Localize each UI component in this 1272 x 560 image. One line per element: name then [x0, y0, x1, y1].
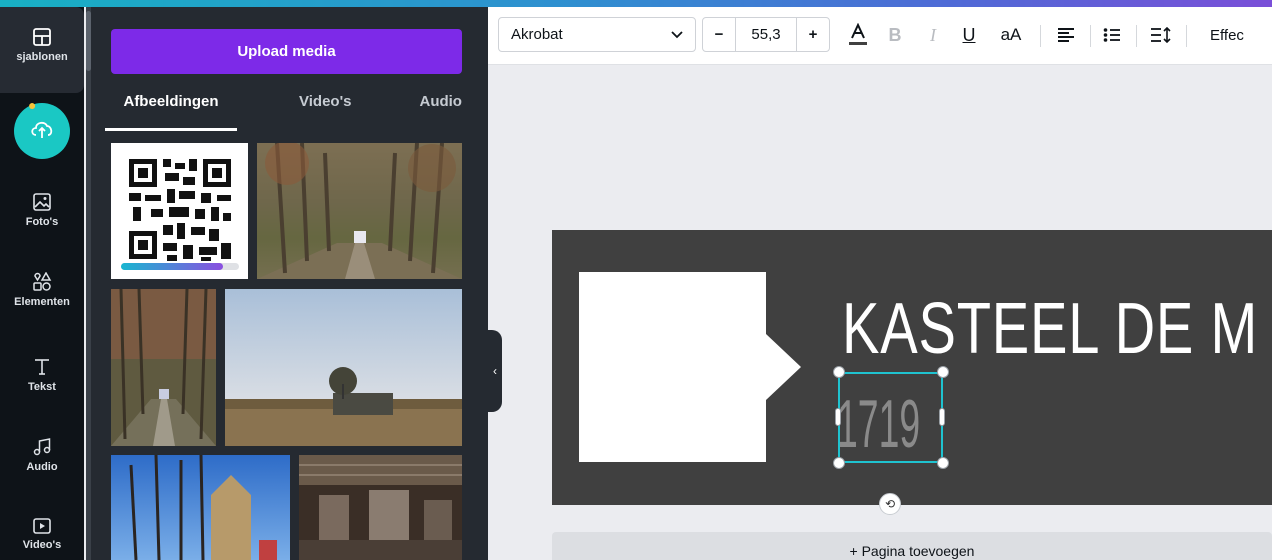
letter-case-button[interactable]: aA	[996, 21, 1026, 49]
bold-icon: B	[888, 24, 902, 45]
decrease-size-button[interactable]: −	[703, 26, 735, 43]
rail-item-text[interactable]: Tekst	[0, 357, 84, 417]
rail-label: sjablonen	[16, 51, 68, 63]
qr-code-image[interactable]	[111, 143, 248, 279]
shapes-icon	[33, 272, 52, 291]
rotate-handle[interactable]: ⟲	[879, 493, 901, 515]
align-button[interactable]	[1054, 21, 1078, 49]
rotate-icon: ⟲	[884, 497, 896, 511]
underline-icon: U	[962, 24, 976, 45]
upload-circle: ●	[14, 97, 70, 159]
font-size-input[interactable]: 55,3	[735, 18, 797, 51]
line-spacing-icon	[1151, 27, 1171, 43]
text-color-icon	[849, 23, 867, 45]
resize-handle-left[interactable]	[835, 408, 841, 426]
rail-item-photos[interactable]: Foto's	[0, 192, 84, 252]
image-icon	[33, 193, 51, 211]
align-left-icon	[1058, 28, 1074, 42]
field-ruin-image[interactable]	[225, 289, 462, 446]
crown-icon: ●	[28, 97, 37, 113]
rail-item-uploads[interactable]: ●	[0, 97, 84, 173]
bullet-list-icon	[1103, 28, 1120, 42]
industrial-hall-image[interactable]	[299, 455, 462, 560]
rail-item-videos[interactable]: Video's	[0, 517, 84, 560]
autumn-lane-image[interactable]	[111, 289, 216, 446]
list-button[interactable]	[1100, 21, 1124, 49]
selection-box[interactable]	[838, 372, 943, 463]
church-trees-image[interactable]	[111, 455, 290, 560]
chevron-down-icon	[671, 30, 683, 38]
layout-icon	[33, 28, 51, 46]
text-icon	[35, 359, 49, 375]
chevron-left-icon: ‹	[493, 364, 497, 378]
resize-handle-tr[interactable]	[937, 366, 949, 378]
text-color-button[interactable]	[844, 21, 872, 49]
add-page-button[interactable]: + Pagina toevoegen	[552, 532, 1272, 560]
effects-button[interactable]: Effec	[1210, 21, 1272, 49]
underline-button[interactable]: U	[958, 21, 980, 49]
tab-audio[interactable]: Audio	[419, 87, 462, 127]
rail-label: Video's	[22, 539, 62, 551]
resize-handle-br[interactable]	[937, 457, 949, 469]
media-tabs: Afbeeldingen Video's Audio	[105, 87, 462, 131]
font-name: Akrobat	[511, 26, 563, 43]
upload-media-button[interactable]: Upload media	[111, 29, 462, 74]
rail-label: Audio	[26, 461, 58, 473]
bold-button[interactable]: B	[884, 21, 906, 49]
design-page[interactable]: KASTEEL DE M 1719	[552, 230, 1272, 505]
separator	[1136, 25, 1137, 47]
rail-item-elements[interactable]: Elementen	[0, 272, 84, 332]
font-family-select[interactable]: Akrobat	[498, 17, 696, 52]
resize-handle-bl[interactable]	[833, 457, 845, 469]
separator	[1040, 25, 1041, 47]
left-rail: sjablonen ● Foto's Elementen Tekst Audio…	[0, 7, 84, 560]
rail-label: Foto's	[25, 216, 59, 228]
title-text[interactable]: KASTEEL DE M	[842, 288, 1258, 370]
rail-label: Tekst	[28, 381, 56, 393]
resize-handle-tl[interactable]	[833, 366, 845, 378]
rail-item-templates[interactable]: sjablonen	[0, 7, 84, 93]
collapse-panel-handle[interactable]: ‹	[488, 330, 502, 412]
label-shape[interactable]	[579, 272, 801, 462]
tree-lane-chapel-image[interactable]	[257, 143, 462, 279]
separator	[1186, 25, 1187, 47]
uploads-panel: Upload media Afbeeldingen Video's Audio	[91, 7, 488, 560]
resize-handle-right[interactable]	[939, 408, 945, 426]
top-gradient-bar	[0, 0, 1272, 7]
rail-label: Elementen	[14, 296, 70, 308]
rail-item-audio[interactable]: Audio	[0, 437, 84, 497]
spacing-button[interactable]	[1148, 21, 1174, 49]
music-note-icon	[33, 438, 51, 456]
tab-images[interactable]: Afbeeldingen	[105, 87, 237, 131]
tab-videos[interactable]: Video's	[299, 87, 351, 127]
increase-size-button[interactable]: +	[797, 26, 829, 43]
italic-button[interactable]: I	[922, 21, 944, 49]
italic-icon: I	[930, 24, 936, 45]
font-size-stepper: − 55,3 +	[702, 17, 830, 52]
text-toolbar: Akrobat − 55,3 + B I U aA Effec	[488, 7, 1272, 65]
upload-cloud-icon	[31, 121, 53, 138]
separator	[1090, 25, 1091, 47]
video-icon	[33, 518, 51, 534]
